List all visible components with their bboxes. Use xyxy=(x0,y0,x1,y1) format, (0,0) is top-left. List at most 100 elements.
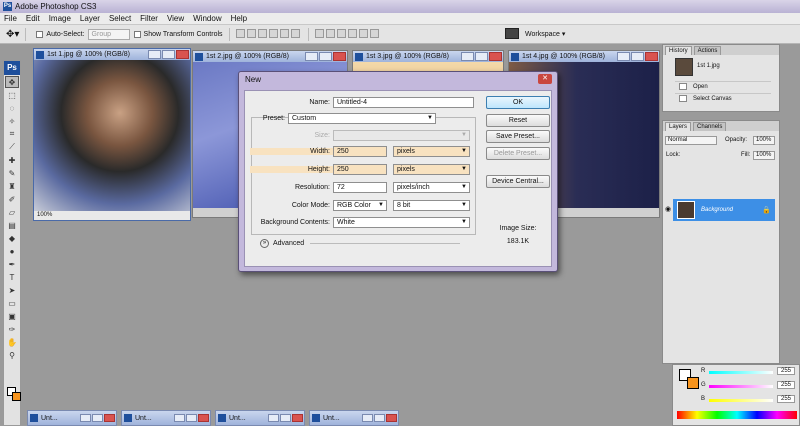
maximize-icon[interactable] xyxy=(280,414,291,422)
minimize-icon[interactable] xyxy=(305,52,318,61)
minimized-document[interactable]: Unt... xyxy=(121,410,211,426)
red-slider[interactable] xyxy=(709,371,773,374)
tab-actions[interactable]: Actions xyxy=(693,46,722,55)
close-icon[interactable] xyxy=(386,414,397,422)
advanced-toggle[interactable]: » Advanced xyxy=(260,239,461,248)
save-preset-button[interactable]: Save Preset... xyxy=(486,130,550,143)
gradient-tool-icon[interactable]: ▤ xyxy=(5,219,19,231)
width-unit-dropdown[interactable]: pixels ▼ xyxy=(393,146,470,157)
color-spectrum-bar[interactable] xyxy=(677,411,797,419)
brush-tool-icon[interactable]: ✎ xyxy=(5,167,19,179)
background-color-swatch[interactable] xyxy=(12,392,21,401)
color-bg-swatch[interactable] xyxy=(687,377,699,389)
history-item[interactable]: Open xyxy=(675,81,771,91)
eyedropper-tool-icon[interactable]: ✑ xyxy=(5,323,19,335)
reset-button[interactable]: Reset xyxy=(486,114,550,127)
document-zoom-status[interactable]: 100% xyxy=(34,211,190,220)
notes-tool-icon[interactable]: ▣ xyxy=(5,310,19,322)
maximize-icon[interactable] xyxy=(162,50,175,59)
color-mode-dropdown[interactable]: RGB Color ▼ xyxy=(333,200,387,211)
width-input[interactable]: 250 xyxy=(333,146,387,157)
blue-value[interactable]: 255 xyxy=(777,395,795,403)
move-tool-preset-icon[interactable]: ✥▾ xyxy=(6,29,19,40)
menu-select[interactable]: Select xyxy=(109,14,131,23)
eraser-tool-icon[interactable]: ▱ xyxy=(5,206,19,218)
resolution-unit-dropdown[interactable]: pixels/inch ▼ xyxy=(393,182,470,193)
maximize-icon[interactable] xyxy=(374,414,385,422)
history-item[interactable]: Select Canvas xyxy=(675,93,771,103)
magic-wand-tool-icon[interactable]: ✧ xyxy=(5,115,19,127)
menu-filter[interactable]: Filter xyxy=(140,14,158,23)
tab-history[interactable]: History xyxy=(665,46,692,55)
maximize-icon[interactable] xyxy=(319,52,332,61)
ok-button[interactable]: OK xyxy=(486,96,550,109)
history-brush-tool-icon[interactable]: ✐ xyxy=(5,193,19,205)
menu-view[interactable]: View xyxy=(167,14,184,23)
type-tool-icon[interactable]: T xyxy=(5,271,19,283)
document-title-bar[interactable]: 1st 3.jpg @ 100% (RGB/8) xyxy=(353,51,503,62)
hand-tool-icon[interactable]: ✋ xyxy=(5,336,19,348)
height-input[interactable]: 250 xyxy=(333,164,387,175)
menu-window[interactable]: Window xyxy=(193,14,221,23)
distribute-left-icon[interactable] xyxy=(347,28,357,38)
eye-icon[interactable]: ◉ xyxy=(665,205,671,213)
name-input[interactable]: Untitled-4 xyxy=(333,97,474,108)
close-icon[interactable]: ✕ xyxy=(538,74,552,84)
preset-dropdown[interactable]: Custom ▼ xyxy=(288,113,436,124)
clone-stamp-tool-icon[interactable]: ♜ xyxy=(5,180,19,192)
move-tool-icon[interactable]: ✥ xyxy=(5,76,19,88)
minimized-document[interactable]: Unt... xyxy=(309,410,399,426)
document-title-bar[interactable]: 1st 1.jpg @ 100% (RGB/8) xyxy=(34,49,190,60)
close-icon[interactable] xyxy=(489,52,502,61)
maximize-icon[interactable] xyxy=(92,414,103,422)
resolution-input[interactable]: 72 xyxy=(333,182,387,193)
menu-edit[interactable]: Edit xyxy=(26,14,40,23)
workspace-switcher[interactable]: Workspace ▾ xyxy=(505,28,565,39)
align-vcenter-icon[interactable] xyxy=(246,28,256,38)
blur-tool-icon[interactable]: ◆ xyxy=(5,232,19,244)
red-value[interactable]: 255 xyxy=(777,367,795,375)
minimized-document[interactable]: Unt... xyxy=(27,410,117,426)
layer-row-background[interactable]: Background 🔒 xyxy=(673,199,775,221)
background-contents-dropdown[interactable]: White ▼ xyxy=(333,217,470,228)
document-title-bar[interactable]: 1st 2.jpg @ 100% (RGB/8) xyxy=(193,51,347,62)
document-window-1[interactable]: 1st 1.jpg @ 100% (RGB/8) 100% xyxy=(33,48,191,221)
menu-layer[interactable]: Layer xyxy=(80,14,100,23)
dodge-tool-icon[interactable]: ● xyxy=(5,245,19,257)
history-snapshot-thumbnail[interactable] xyxy=(675,58,693,76)
lasso-tool-icon[interactable]: ◌ xyxy=(5,102,19,114)
align-left-icon[interactable] xyxy=(268,28,278,38)
blend-mode-dropdown[interactable]: Normal xyxy=(665,136,717,145)
close-icon[interactable] xyxy=(104,414,115,422)
healing-brush-tool-icon[interactable]: ✚ xyxy=(5,154,19,166)
crop-tool-icon[interactable]: ⌗ xyxy=(5,128,19,140)
close-icon[interactable] xyxy=(333,52,346,61)
align-right-icon[interactable] xyxy=(290,28,300,38)
device-central-button[interactable]: Device Central... xyxy=(486,175,550,188)
restore-icon[interactable] xyxy=(174,414,185,422)
menu-image[interactable]: Image xyxy=(49,14,71,23)
blue-slider[interactable] xyxy=(709,399,773,402)
menu-file[interactable]: File xyxy=(4,14,17,23)
minimize-icon[interactable] xyxy=(461,52,474,61)
minimize-icon[interactable] xyxy=(148,50,161,59)
bit-depth-dropdown[interactable]: 8 bit ▼ xyxy=(393,200,470,211)
align-top-icon[interactable] xyxy=(235,28,245,38)
close-icon[interactable] xyxy=(198,414,209,422)
marquee-tool-icon[interactable]: ⬚ xyxy=(5,89,19,101)
height-unit-dropdown[interactable]: pixels ▼ xyxy=(393,164,470,175)
close-icon[interactable] xyxy=(292,414,303,422)
zoom-tool-icon[interactable]: ⚲ xyxy=(5,349,19,361)
align-hcenter-icon[interactable] xyxy=(279,28,289,38)
distribute-right-icon[interactable] xyxy=(369,28,379,38)
align-bottom-icon[interactable] xyxy=(257,28,267,38)
maximize-icon[interactable] xyxy=(631,52,644,61)
document-title-bar[interactable]: 1st 4.jpg @ 100% (RGB/8) xyxy=(509,51,659,62)
distribute-vcenter-icon[interactable] xyxy=(325,28,335,38)
path-selection-tool-icon[interactable]: ➤ xyxy=(5,284,19,296)
menu-help[interactable]: Help xyxy=(231,14,247,23)
distribute-bottom-icon[interactable] xyxy=(336,28,346,38)
pen-tool-icon[interactable]: ✒ xyxy=(5,258,19,270)
slice-tool-icon[interactable]: ⟋ xyxy=(5,141,19,153)
tab-channels[interactable]: Channels xyxy=(693,122,727,131)
